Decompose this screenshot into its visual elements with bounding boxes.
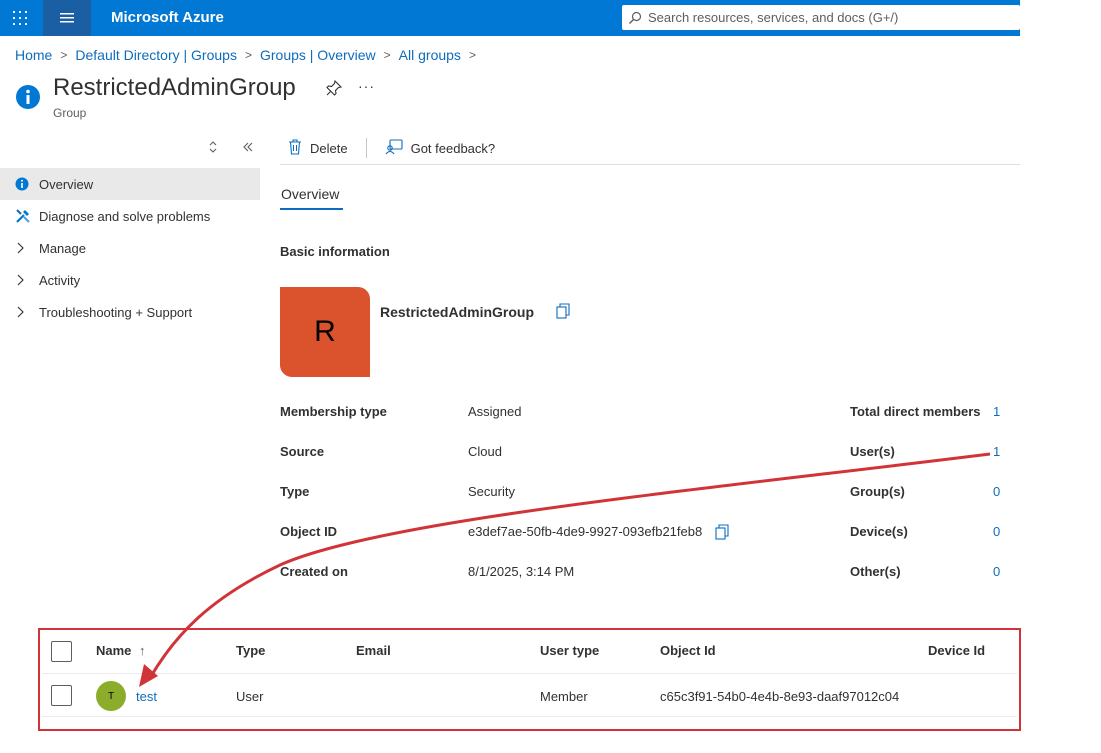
chevron-right-icon	[15, 306, 39, 318]
property-label: Created on	[280, 564, 348, 579]
sidebar-nav: Overview Diagnose and solve problems Man…	[0, 168, 260, 328]
member-object-id: c65c3f91-54b0-4e4b-8e93-daaf97012c04	[660, 689, 900, 704]
avatar: T	[96, 681, 126, 711]
select-all-checkbox[interactable]	[51, 641, 72, 662]
member-type: User	[236, 689, 264, 704]
top-bar: Microsoft Azure	[0, 0, 1020, 36]
tab-active-indicator	[280, 208, 343, 210]
group-avatar: R	[280, 287, 370, 377]
stat-label: Total direct members	[850, 404, 981, 419]
stat-label: User(s)	[850, 444, 895, 459]
sidebar-item-manage[interactable]: Manage	[0, 232, 260, 264]
delete-label: Delete	[310, 140, 348, 156]
expand-collapse-icon[interactable]	[207, 140, 219, 159]
column-header-user-type[interactable]: User type	[540, 643, 599, 658]
property-label: Type	[280, 484, 310, 499]
property-value: 8/1/2025, 3:14 PM	[468, 564, 575, 579]
chevron-right-icon: >	[60, 48, 68, 62]
row-divider	[42, 716, 1017, 717]
global-search[interactable]	[622, 5, 1020, 30]
group-name: RestrictedAdminGroup	[380, 304, 535, 320]
column-header-object-id[interactable]: Object Id	[660, 643, 716, 658]
sidebar-item-label: Manage	[39, 240, 86, 256]
property-value: Security	[468, 484, 515, 499]
pin-icon[interactable]	[326, 79, 343, 101]
property-value: Assigned	[468, 404, 522, 419]
chevron-right-icon: >	[468, 48, 476, 62]
feedback-label: Got feedback?	[410, 140, 496, 156]
column-header-type[interactable]: Type	[236, 643, 265, 658]
copy-icon[interactable]	[556, 303, 570, 324]
sidebar-item-activity[interactable]: Activity	[0, 264, 260, 296]
chevron-right-icon: >	[383, 48, 391, 62]
collapse-sidebar-icon[interactable]	[241, 140, 255, 159]
section-title: Basic information	[280, 244, 390, 259]
wrench-icon	[15, 208, 39, 224]
search-input[interactable]	[648, 10, 1020, 25]
feedback-button[interactable]: Got feedback?	[377, 138, 504, 158]
property-label: Object ID	[280, 524, 338, 539]
breadcrumb-default-directory-groups[interactable]: Default Directory | Groups	[75, 47, 237, 63]
more-icon[interactable]: ···	[358, 78, 375, 94]
sidebar-item-label: Activity	[39, 272, 81, 288]
stat-link[interactable]: 1	[993, 444, 1000, 459]
breadcrumb-groups-overview[interactable]: Groups | Overview	[260, 47, 376, 63]
column-header-label: Name	[96, 643, 132, 658]
sidebar-item-troubleshooting-support[interactable]: Troubleshooting + Support	[0, 296, 260, 328]
app-launcher-icon[interactable]	[0, 0, 40, 36]
property-value: Cloud	[468, 444, 502, 459]
page-title: RestrictedAdminGroup	[53, 74, 296, 101]
object-id-value: e3def7ae-50fb-4de9-9927-093efb21feb8	[468, 524, 703, 539]
sidebar-item-label: Overview	[39, 176, 94, 192]
stat-link[interactable]: 0	[993, 524, 1000, 539]
command-divider	[365, 138, 367, 158]
stat-label: Other(s)	[850, 564, 901, 579]
info-icon	[15, 177, 39, 191]
menu-icon[interactable]	[43, 0, 91, 36]
breadcrumb: Home > Default Directory | Groups > Grou…	[15, 47, 484, 63]
column-header-name[interactable]: Name ↑	[96, 643, 146, 658]
chevron-right-icon: >	[244, 48, 252, 62]
breadcrumb-all-groups[interactable]: All groups	[399, 47, 461, 63]
member-name-link[interactable]: test	[136, 689, 157, 704]
stat-label: Device(s)	[850, 524, 908, 539]
stat-label: Group(s)	[850, 484, 905, 499]
stat-link[interactable]: 1	[993, 404, 1000, 419]
column-header-email[interactable]: Email	[356, 643, 391, 658]
command-bar: Delete Got feedback?	[280, 132, 1020, 165]
sort-arrow-icon: ↑	[139, 643, 146, 658]
copy-icon[interactable]	[715, 524, 729, 545]
member-user-type: Member	[540, 689, 588, 704]
stat-link[interactable]: 0	[993, 484, 1000, 499]
search-icon	[622, 11, 648, 25]
sidebar-item-diagnose[interactable]: Diagnose and solve problems	[0, 200, 260, 232]
breadcrumb-home[interactable]: Home	[15, 47, 52, 63]
property-label: Membership type	[280, 404, 387, 419]
trash-icon	[288, 138, 302, 158]
column-header-device-id[interactable]: Device Id	[928, 643, 985, 658]
sidebar-item-label: Diagnose and solve problems	[39, 208, 211, 224]
sidebar-item-label: Troubleshooting + Support	[39, 304, 193, 320]
chevron-right-icon	[15, 274, 39, 286]
property-label: Source	[280, 444, 325, 459]
page-subtitle: Group	[53, 106, 87, 120]
stat-link[interactable]: 0	[993, 564, 1000, 579]
tab-overview[interactable]: Overview	[281, 186, 339, 202]
row-divider	[42, 673, 1017, 674]
brand-title[interactable]: Microsoft Azure	[111, 9, 224, 26]
row-checkbox[interactable]	[51, 685, 72, 706]
delete-button[interactable]: Delete	[280, 138, 356, 158]
sidebar-item-overview[interactable]: Overview	[0, 168, 260, 200]
info-icon	[15, 84, 41, 110]
chevron-right-icon	[15, 242, 39, 254]
feedback-icon	[385, 138, 403, 158]
